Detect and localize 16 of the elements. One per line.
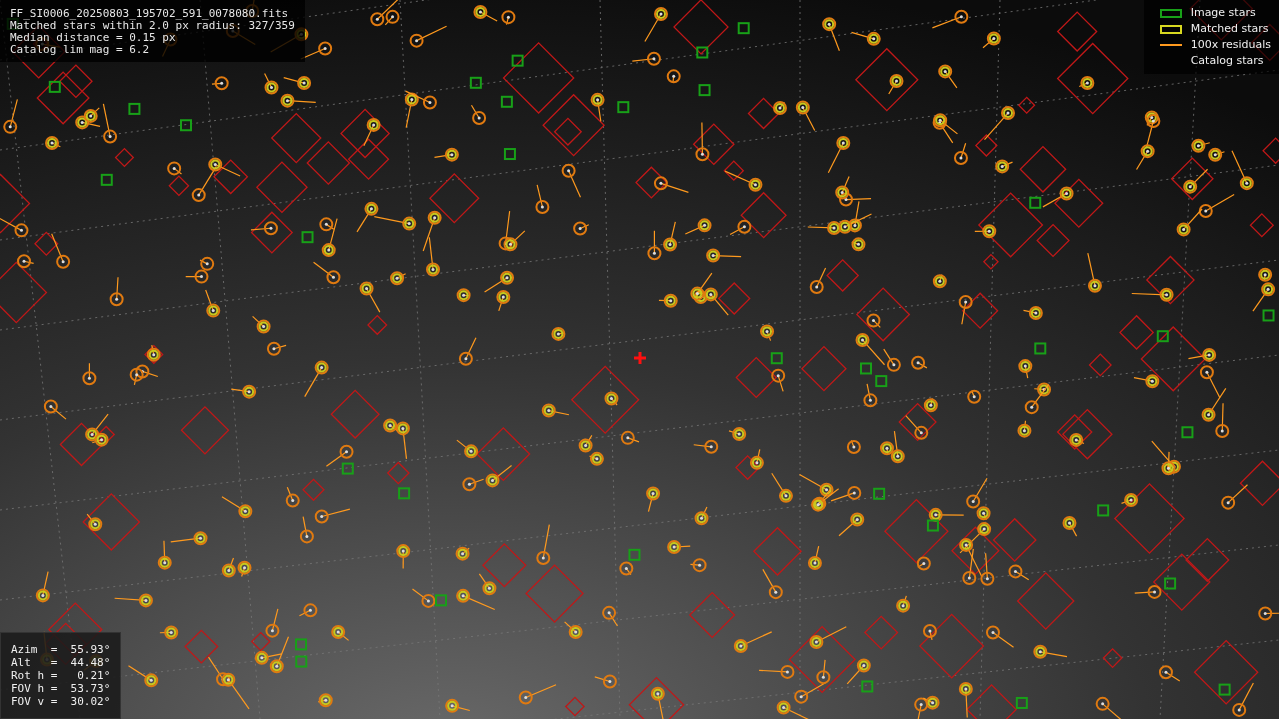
legend-label: 100x residuals: [1190, 36, 1271, 53]
pointing-text: Alt = 44.48°: [11, 656, 111, 669]
legend-line-icon: [1159, 44, 1182, 46]
legend-label: Catalog stars: [1190, 52, 1264, 69]
info-text: Median distance = 0.15 px: [10, 32, 177, 44]
legend-label: Image stars: [1190, 4, 1256, 21]
legend-label: Matched stars: [1190, 20, 1269, 37]
pointing-text: FOV h = 53.73°: [11, 682, 111, 695]
pointing-text: Azim = 55.93°: [11, 643, 111, 656]
legend-box-icon: [1159, 8, 1182, 18]
info-text: Matched stars within 2.0 px radius: 327/359: [10, 20, 295, 32]
pointing-text: FOV v = 30.02°: [11, 695, 111, 708]
pointing-text: Rot h = 0.21°: [11, 669, 111, 682]
info-text: Catalog lim mag = 6.2: [10, 44, 151, 56]
legend-box-icon: [1159, 24, 1182, 34]
info-text: FF_SI0006_20250803_195702_591_0078080.fits: [10, 8, 290, 20]
